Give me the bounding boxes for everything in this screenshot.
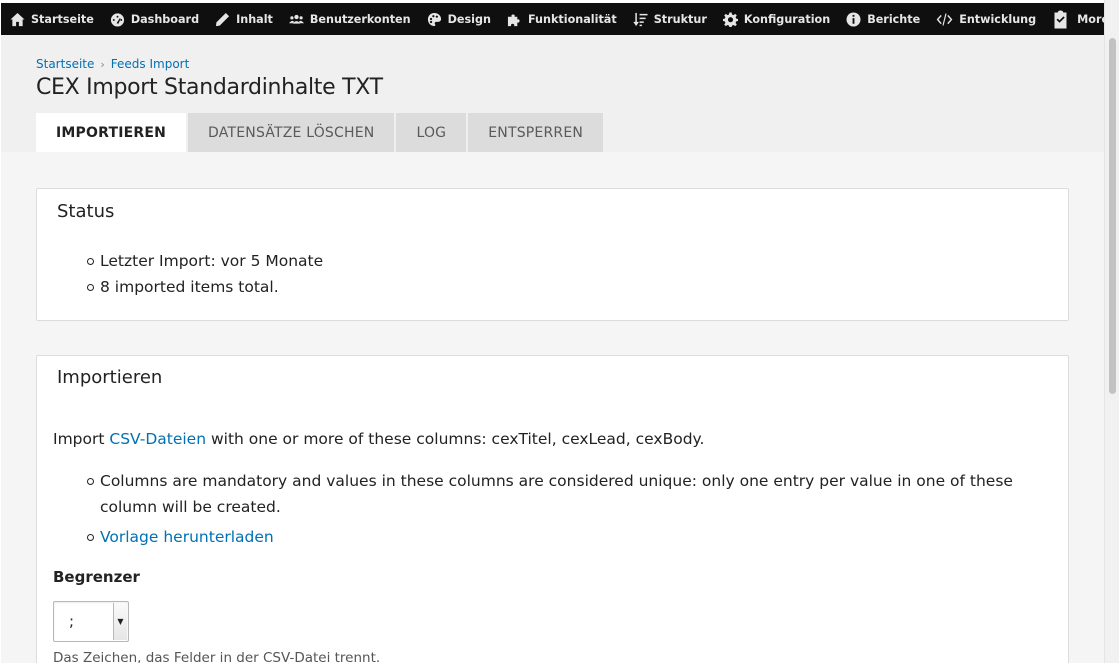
toolbar-item-startseite[interactable]: Startseite (1, 3, 101, 35)
tab-log[interactable]: LOG (396, 113, 467, 152)
download-template-link[interactable]: Vorlage herunterladen (100, 528, 274, 546)
toolbar-item-label: Dashboard (130, 12, 200, 26)
import-rules-list: Columns are mandatory and values in thes… (87, 468, 1060, 550)
main-content: Status Letzter Import: vor 5 Monate 8 im… (1, 152, 1104, 663)
chevron-down-icon: ▼ (113, 603, 127, 640)
tab-importieren[interactable]: IMPORTIEREN (36, 113, 187, 152)
toolbar-item-inhalt[interactable]: Inhalt (206, 3, 280, 35)
toolbar-item-konfiguration[interactable]: Konfiguration (714, 3, 837, 35)
status-list: Letzter Import: vor 5 Monate 8 imported … (86, 248, 323, 300)
toolbar-item-label: Funktionalität (527, 12, 617, 26)
clipboard-check-icon (1054, 10, 1067, 28)
csv-files-link[interactable]: CSV-Dateien (109, 430, 206, 448)
scrollbar-thumb[interactable] (1109, 38, 1116, 394)
toolbar-item-dashboard[interactable]: Dashboard (101, 3, 206, 35)
intro-prefix: Import (53, 430, 110, 448)
gear-icon (722, 11, 738, 27)
toolbar-item-label: Entwicklung (959, 12, 1037, 26)
info-icon (846, 11, 861, 27)
page-scrollbar[interactable] (1104, 0, 1119, 663)
tab-entsperren[interactable]: ENTSPERREN (468, 113, 604, 152)
status-title: Status (57, 201, 115, 222)
import-title: Importieren (57, 367, 163, 388)
toolbar-item-label: Konfiguration (743, 12, 831, 26)
intro-suffix: with one or more of these columns: cexTi… (206, 430, 705, 448)
sort-icon (633, 12, 648, 26)
home-icon (10, 12, 25, 26)
toolbar-item-label: Startseite (31, 12, 94, 26)
code-icon (936, 12, 953, 26)
page-title: CEX Import Standardinhalte TXT (36, 75, 383, 100)
page-header: Startseite › Feeds Import CEX Import Sta… (1, 35, 1104, 152)
list-item: Vorlage herunterladen (87, 524, 1060, 550)
list-item: Letzter Import: vor 5 Monate (86, 248, 323, 274)
delimiter-value: ; (69, 612, 75, 630)
toolbar-item-label: Struktur (653, 12, 707, 26)
breadcrumb-link-startseite[interactable]: Startseite (36, 57, 94, 71)
breadcrumb-separator-icon: › (100, 57, 105, 71)
admin-toolbar: Startseite Dashboard Inhalt Benutzerkont… (1, 3, 1119, 35)
toolbar-item-label: Inhalt (236, 12, 273, 26)
delimiter-label: Begrenzer (53, 568, 140, 586)
pencil-icon (216, 12, 230, 26)
toolbar-item-berichte[interactable]: Berichte (837, 3, 927, 35)
breadcrumb: Startseite › Feeds Import (36, 57, 189, 71)
delimiter-help-text: Das Zeichen, das Felder in der CSV-Datei… (53, 650, 381, 663)
toolbar-item-benutzerkonten[interactable]: Benutzerkonten (280, 3, 418, 35)
puzzle-icon (507, 13, 520, 26)
toolbar-item-funktionalitaet[interactable]: Funktionalität (498, 3, 624, 35)
toolbar-item-design[interactable]: Design (418, 3, 498, 35)
users-icon (288, 14, 304, 24)
delimiter-select[interactable]: ; ▼ (53, 601, 129, 642)
primary-tabs: IMPORTIEREN DATENSÄTZE LÖSCHEN LOG ENTSP… (36, 113, 605, 152)
list-item: Columns are mandatory and values in thes… (87, 468, 1060, 520)
palette-icon (427, 12, 441, 26)
toolbar-item-label: Benutzerkonten (309, 12, 411, 26)
toolbar-item-struktur[interactable]: Struktur (624, 3, 714, 35)
dashboard-icon (110, 12, 124, 27)
breadcrumb-link-feeds-import[interactable]: Feeds Import (111, 57, 190, 71)
status-panel: Status Letzter Import: vor 5 Monate 8 im… (36, 188, 1069, 321)
import-description: Import CSV-Dateien with one or more of t… (53, 430, 704, 448)
toolbar-item-label: Berichte (867, 12, 921, 26)
import-panel: Importieren Import CSV-Dateien with one … (36, 355, 1069, 663)
tab-datensaetze-loeschen[interactable]: DATENSÄTZE LÖSCHEN (188, 113, 395, 152)
toolbar-item-label: Design (447, 12, 491, 26)
list-item: 8 imported items total. (86, 274, 323, 300)
toolbar-item-entwicklung[interactable]: Entwicklung (927, 3, 1043, 35)
